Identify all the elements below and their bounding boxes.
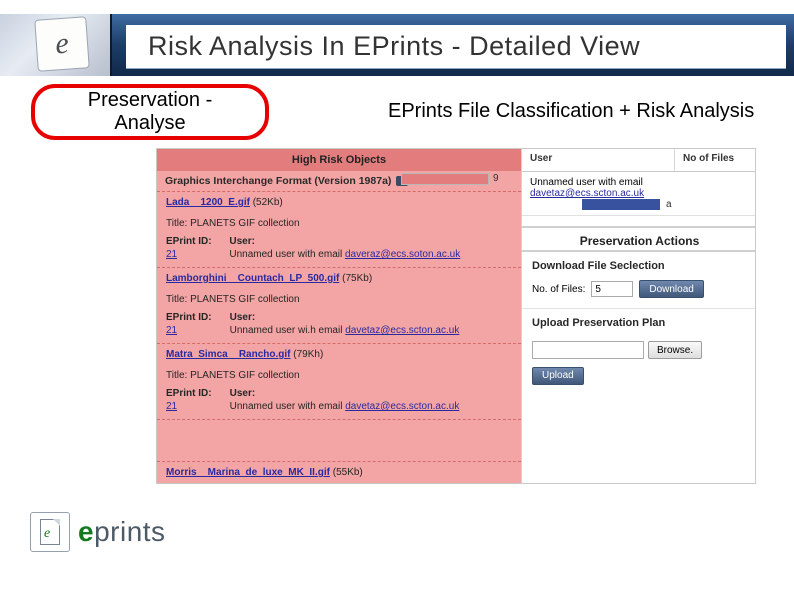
download-selection-label: Download File Seclection	[522, 252, 756, 276]
entry-meta-table: EPrint ID:User: 21 Unnamed user with ema…	[166, 235, 512, 261]
user-count-n: a	[666, 199, 672, 210]
col-no-of-files: No of Files	[675, 149, 756, 171]
eprints-wordmark: eprints	[78, 516, 166, 548]
eprint-id-link[interactable]: 21	[166, 249, 177, 260]
entry-title: Title: PLANETS GIF collection	[166, 294, 512, 305]
callout-line-1: Preservation -	[88, 89, 213, 112]
upload-plan-label: Upload Preservation Plan	[522, 309, 756, 333]
browse-button[interactable]: Browse.	[648, 341, 702, 359]
preservation-actions-heading: Preservation Actions	[522, 226, 756, 252]
risk-entry: Lada__1200_E.gif (52Kb) Title: PLANETS G…	[166, 197, 512, 261]
logo-icon: e	[34, 16, 90, 72]
eprint-id-link[interactable]: 21	[166, 325, 177, 336]
high-risk-heading: High Risk Objects	[157, 149, 521, 171]
eprint-id-link[interactable]: 21	[166, 401, 177, 412]
risk-entry: Lamborghini__Countach_LP_500.gif (75Kb) …	[166, 273, 512, 337]
download-row: No. of Files: Download	[522, 276, 756, 309]
high-risk-area: High Risk Objects Graphics Interchange F…	[157, 149, 521, 484]
separator	[157, 419, 521, 420]
callout-line-2: Analyse	[114, 112, 185, 135]
slide-header: e Risk Analysis In EPrints - Detailed Vi…	[0, 14, 794, 76]
upload-button[interactable]: Upload	[532, 367, 584, 385]
user-email-link[interactable]: davetaz@ecs.scton.ac.uk	[530, 188, 644, 199]
file-picker: Browse.	[532, 341, 747, 359]
preservation-analyse-callout: Preservation - Analyse	[31, 84, 269, 140]
file-path-box[interactable]	[532, 341, 644, 359]
user-count-row: Unnamed user with email davetaz@ecs.scto…	[522, 172, 756, 216]
user-email-link[interactable]: davetaz@ecs.scton.ac.uk	[345, 325, 459, 336]
user-email-link[interactable]: davetaz@ecs.scton.ac.uk	[345, 401, 459, 412]
page-title: Risk Analysis In EPrints - Detailed View	[148, 31, 640, 62]
entry-title: Title: PLANETS GIF collection	[166, 218, 512, 229]
format-count: 9	[493, 173, 499, 184]
no-of-files-label: No. of Files:	[532, 284, 585, 295]
file-link[interactable]: Matra_Simca__Rancho.gif	[166, 349, 291, 360]
file-size: (52Kb)	[253, 197, 283, 208]
separator	[157, 343, 521, 344]
risk-entry: Matra_Simca__Rancho.gif (79Kh) Title: PL…	[166, 349, 512, 413]
file-link[interactable]: Morris__Marina_de_luxe_MK_II.gif	[166, 467, 330, 478]
entry-meta-table: EPrint ID:User: 21 Unnamed user with ema…	[166, 387, 512, 413]
eprints-logo-icon: e	[30, 512, 70, 552]
format-count-bar	[401, 173, 489, 185]
col-user: User	[522, 149, 675, 171]
eprints-brand: e eprints	[30, 512, 166, 552]
file-size: (55Kb)	[333, 467, 363, 478]
file-size: (75Kb)	[342, 273, 372, 284]
entry-meta-table: EPrint ID:User: 21 Unnamed user wi.h ema…	[166, 311, 512, 337]
subtitle: EPrints File Classification + Risk Analy…	[388, 100, 754, 123]
separator	[157, 267, 521, 268]
file-link[interactable]: Lamborghini__Countach_LP_500.gif	[166, 273, 339, 284]
title-strip: Risk Analysis In EPrints - Detailed View	[126, 25, 786, 69]
user-count-bar	[582, 199, 660, 210]
file-size: (79Kh)	[293, 349, 323, 360]
user-text: Unnamed user with email	[530, 177, 643, 188]
side-table-header: User No of Files	[522, 149, 756, 172]
no-of-files-input[interactable]	[591, 281, 633, 297]
upload-row: Browse. Upload	[522, 333, 756, 393]
separator	[157, 191, 521, 192]
download-button[interactable]: Download	[639, 280, 703, 298]
eprints-screenshot-panel: High Risk Objects Graphics Interchange F…	[156, 148, 756, 484]
format-row: Graphics Interchange Format (Version 198…	[165, 175, 408, 187]
format-name: Graphics Interchange Format (Version 198…	[165, 175, 391, 187]
risk-entry: Morris__Marina_de_luxe_MK_II.gif (55Kb)	[166, 467, 512, 478]
user-email-link[interactable]: daveraz@ecs.soton.ac.uk	[345, 249, 460, 260]
separator	[157, 461, 521, 462]
side-panel: User No of Files Unnamed user with email…	[521, 149, 756, 484]
file-link[interactable]: Lada__1200_E.gif	[166, 197, 250, 208]
entry-title: Title: PLANETS GIF collection	[166, 370, 512, 381]
